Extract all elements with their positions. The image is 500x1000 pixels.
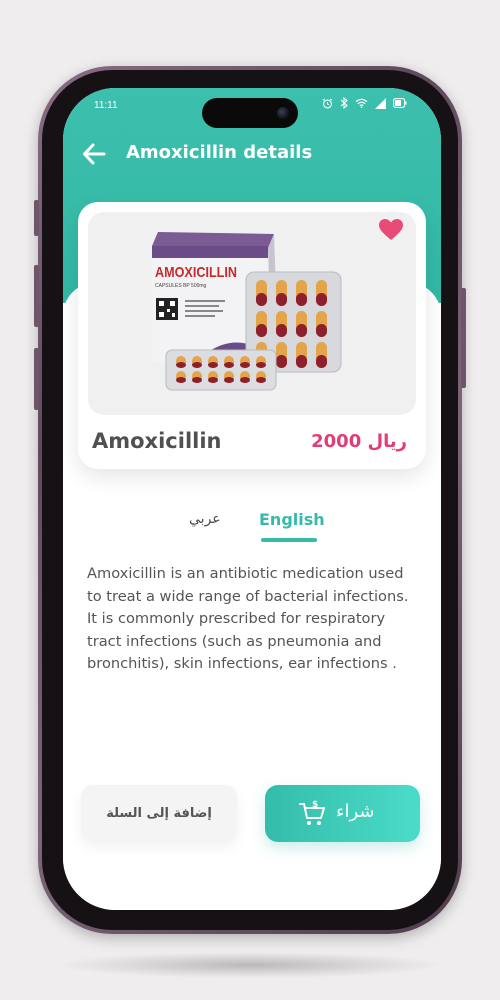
product-price: 2000 ريال (311, 431, 407, 452)
capsule-pill (276, 342, 287, 368)
back-button[interactable] (79, 139, 109, 169)
capsule-pill (256, 280, 267, 306)
capsule-pill (296, 311, 307, 337)
capsule-pill (224, 356, 234, 368)
capsule-pill (208, 371, 218, 383)
blister-pack-small (165, 349, 277, 391)
page-title: Amoxicillin details (126, 142, 313, 163)
battery-icon (393, 98, 407, 108)
buy-button[interactable]: $ شراء (265, 785, 420, 842)
capsule-pill (316, 311, 327, 337)
favorite-button[interactable] (378, 218, 404, 242)
volume-up-button (34, 265, 39, 327)
heart-icon (379, 219, 403, 240)
signal-icon (375, 97, 386, 109)
capsule-pill (256, 371, 266, 383)
package-brand-text: AMOXICILLIN (155, 264, 237, 281)
product-card: AMOXICILLIN CAPSULES BP 500mg Amoxicilli… (78, 202, 426, 469)
buy-label: شراء (336, 801, 375, 822)
capsule-pill (256, 311, 267, 337)
product-description: Amoxicillin is an antibiotic medication … (87, 565, 409, 672)
status-time: 11:11 (94, 100, 118, 111)
capsule-pill (176, 356, 186, 368)
package-subtitle-text: CAPSULES BP 500mg (155, 283, 207, 289)
capsule-pill (316, 342, 327, 368)
app-screen: 11:11 Amoxicillin details AMOXICILLIN CA… (63, 88, 441, 910)
capsule-pill (296, 280, 307, 306)
status-icons (322, 97, 407, 109)
tab-english[interactable]: English (259, 510, 325, 529)
capsule-pill (224, 371, 234, 383)
capsule-pill (276, 311, 287, 337)
capsule-pill (296, 342, 307, 368)
alarm-icon (322, 98, 333, 108)
capsule-pill (176, 371, 186, 383)
add-to-cart-button[interactable]: إضافة إلى السلة (81, 785, 237, 841)
capsule-pill (192, 356, 202, 368)
volume-down-button (34, 348, 39, 410)
add-to-cart-label: إضافة إلى السلة (106, 805, 212, 821)
dynamic-island (202, 98, 298, 128)
bluetooth-icon (340, 97, 348, 109)
capsule-pill (256, 356, 266, 368)
svg-text:$: $ (312, 800, 318, 810)
status-bar: 11:11 (63, 88, 441, 128)
product-image: AMOXICILLIN CAPSULES BP 500mg (88, 212, 416, 415)
tab-arabic[interactable]: عربي (189, 511, 221, 527)
camera-icon (277, 107, 289, 119)
floor-shadow (60, 952, 440, 978)
arrow-left-icon (83, 143, 106, 165)
action-button (34, 200, 39, 236)
capsule-pill (316, 280, 327, 306)
power-button (461, 288, 466, 388)
capsule-pill (240, 371, 250, 383)
capsule-pill (240, 356, 250, 368)
language-tabs: عربي English (63, 508, 441, 548)
wifi-icon (355, 98, 368, 108)
product-name: Amoxicillin (92, 429, 222, 453)
capsule-pill (208, 356, 218, 368)
capsule-pill (192, 371, 202, 383)
capsule-pill (276, 280, 287, 306)
cart-dollar-icon: $ (299, 800, 325, 825)
amoxicillin-package-image: AMOXICILLIN CAPSULES BP 500mg (152, 232, 342, 391)
active-tab-indicator (261, 538, 317, 542)
